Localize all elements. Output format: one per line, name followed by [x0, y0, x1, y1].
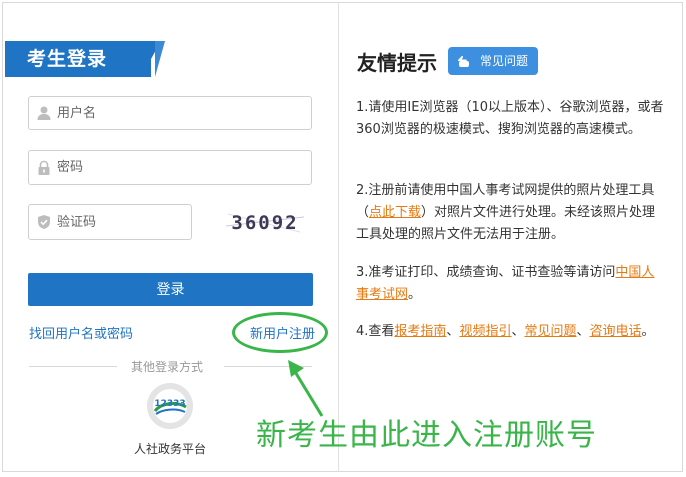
gov-platform-logo[interactable]: 12333	[147, 383, 193, 429]
other-login-label: 其他登录方式	[131, 360, 204, 374]
forgot-credentials-link[interactable]: 找回用户名或密码	[29, 323, 133, 342]
username-input[interactable]	[57, 97, 307, 129]
exam-guide-link[interactable]: 报考指南	[394, 324, 446, 339]
divider-left	[29, 366, 117, 367]
user-icon	[37, 106, 51, 120]
password-input[interactable]	[57, 151, 307, 184]
captcha-text: 36092	[231, 212, 298, 234]
separator: 、	[446, 324, 460, 339]
faq-link[interactable]: 常见问题	[524, 324, 576, 339]
hotline-link[interactable]: 咨询电话	[590, 324, 642, 339]
username-field[interactable]	[28, 96, 312, 130]
login-tab: 考生登录	[5, 41, 165, 77]
tip-text: 3.准考证打印、成绩查询、证书查验等请访问	[356, 265, 616, 280]
password-field[interactable]	[28, 150, 312, 185]
photo-tool-download-link[interactable]: 点此下载	[369, 205, 421, 220]
tip-text: 4.查看	[356, 324, 395, 339]
separator: 、	[576, 324, 590, 339]
login-title: 考生登录	[27, 48, 108, 70]
gov-platform-label: 人社政务平台	[134, 442, 207, 456]
gov-logo-text: 12333	[154, 399, 185, 409]
faq-button[interactable]: 常见问题	[448, 47, 538, 75]
register-highlight-ellipse	[232, 312, 328, 353]
login-button[interactable]: 登录	[28, 273, 313, 306]
separator: 、	[511, 324, 525, 339]
panel-divider	[338, 2, 339, 472]
lock-icon	[38, 160, 50, 175]
tip-item: 2.注册前请使用中国人事考试网提供的照片处理工具（点此下载）对照片文件进行处理。…	[356, 180, 666, 246]
tip-text: 1.请使用IE浏览器（10以上版本）、谷歌浏览器，或者360浏览器的极速模式、搜…	[356, 100, 664, 137]
hand-pointer-icon	[458, 55, 469, 67]
shield-icon	[38, 215, 50, 229]
video-guide-link[interactable]: 视频指引	[459, 324, 511, 339]
tip-text: 。	[641, 324, 655, 339]
captcha-field[interactable]	[28, 204, 192, 240]
faq-label: 常见问题	[480, 54, 529, 68]
captcha-image[interactable]: 36092	[224, 206, 306, 238]
tip-item: 4.查看报考指南、视频指引、常见问题、咨询电话。	[356, 321, 666, 343]
login-tab-bevel-accent	[155, 41, 165, 77]
tip-text: 。	[408, 287, 422, 302]
tip-item: 1.请使用IE浏览器（10以上版本）、谷歌浏览器，或者360浏览器的极速模式、搜…	[356, 97, 666, 141]
tip-item: 3.准考证打印、成绩查询、证书查验等请访问中国人事考试网。	[356, 262, 666, 306]
tips-title: 友情提示	[357, 51, 437, 75]
register-annotation: 新考生由此进入注册账号	[256, 418, 597, 453]
captcha-input[interactable]	[57, 205, 187, 239]
